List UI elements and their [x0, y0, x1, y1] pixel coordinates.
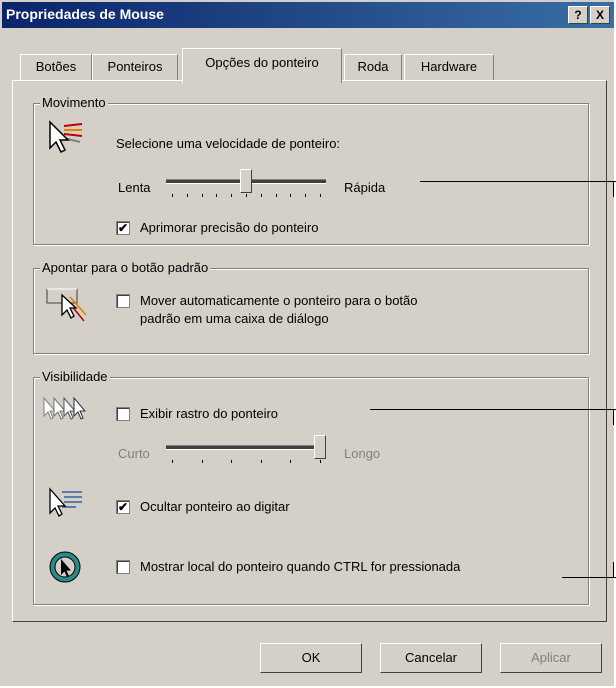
slider-tick: [216, 194, 217, 197]
trails-slider-thumb[interactable]: [314, 435, 326, 459]
show-location-icon: [48, 550, 82, 587]
slider-tick: [231, 194, 232, 197]
pointer-speed-icon: [46, 118, 86, 157]
callout-line-location: [562, 577, 616, 578]
snap-to-title: Apontar para o botão padrão: [40, 260, 211, 275]
trails-short-label: Curto: [118, 446, 150, 461]
enhance-precision-label: Aprimorar precisão do ponteiro: [140, 220, 319, 235]
callout-line-speed-v: [613, 181, 614, 197]
snap-to-label-line1: Mover automaticamente o ponteiro para o …: [140, 293, 418, 308]
trails-long-label: Longo: [344, 446, 381, 461]
slider-tick: [320, 460, 321, 463]
mouse-properties-dialog: Propriedades de Mouse ? X Botões Ponteir…: [0, 0, 614, 686]
pointer-trails-checkbox[interactable]: ✔: [116, 407, 130, 421]
slider-tick: [261, 194, 262, 197]
title-bar[interactable]: Propriedades de Mouse ? X: [2, 2, 614, 28]
speed-slider[interactable]: [166, 166, 326, 202]
callout-line-trails-v: [613, 409, 614, 425]
slider-tick: [305, 194, 306, 197]
slider-tick: [187, 194, 188, 197]
visibility-group: Visibilidade ✔ Exibir rastro do ponteiro…: [33, 369, 589, 605]
show-location-label: Mostrar local do ponteiro quando CTRL fo…: [140, 559, 461, 574]
tab-hardware[interactable]: Hardware: [404, 54, 494, 81]
slider-tick: [172, 460, 173, 463]
snap-to-label-line2: padrão em uma caixa de diálogo: [140, 311, 329, 326]
slider-tick: [320, 194, 321, 197]
trails-slider[interactable]: [166, 432, 326, 468]
trails-slider-track: [166, 445, 326, 450]
slider-tick: [290, 460, 291, 463]
slider-tick: [172, 194, 173, 197]
check-mark: ✔: [117, 221, 129, 235]
show-location-checkbox[interactable]: ✔: [116, 560, 130, 574]
tab-panel: Movimento Selecione uma velocidade de po…: [12, 80, 607, 622]
visibility-title: Visibilidade: [40, 369, 110, 384]
slider-tick: [290, 194, 291, 197]
pointer-trails-icon: [42, 394, 92, 431]
speed-prompt: Selecione uma velocidade de ponteiro:: [116, 136, 341, 151]
movimento-group: Movimento Selecione uma velocidade de po…: [33, 95, 589, 245]
slider-tick: [202, 194, 203, 197]
speed-slow-label: Lenta: [118, 180, 151, 195]
ok-button[interactable]: OK: [260, 643, 362, 673]
speed-fast-label: Rápida: [344, 180, 386, 195]
hide-pointer-icon: [46, 486, 86, 521]
cancel-button[interactable]: Cancelar: [380, 643, 482, 673]
slider-tick: [246, 194, 247, 197]
slider-tick: [261, 460, 262, 463]
help-button[interactable]: ?: [568, 6, 588, 24]
snap-to-button-icon: [46, 285, 88, 328]
tab-ponteiros[interactable]: Ponteiros: [92, 54, 178, 81]
tab-botoes[interactable]: Botões: [20, 54, 92, 81]
callout-line-speed: [420, 181, 616, 182]
apply-button[interactable]: Aplicar: [500, 643, 602, 673]
snap-to-group: Apontar para o botão padrão ✔ Mover auto…: [33, 260, 589, 354]
hide-pointer-label: Ocultar ponteiro ao digitar: [140, 499, 290, 514]
movimento-title: Movimento: [40, 95, 108, 110]
tab-roda[interactable]: Roda: [344, 54, 402, 81]
snap-to-checkbox[interactable]: ✔: [116, 294, 130, 308]
check-mark: ✔: [117, 500, 129, 514]
callout-line-trails: [370, 409, 616, 410]
close-button[interactable]: X: [590, 6, 610, 24]
slider-tick: [276, 194, 277, 197]
speed-slider-thumb[interactable]: [240, 169, 252, 193]
hide-pointer-checkbox[interactable]: ✔: [116, 500, 130, 514]
callout-line-location-v: [613, 562, 614, 577]
slider-tick: [202, 460, 203, 463]
tab-opcoes-do-ponteiro[interactable]: Opções do ponteiro: [182, 48, 342, 83]
slider-tick: [231, 460, 232, 463]
enhance-precision-checkbox[interactable]: ✔: [116, 221, 130, 235]
window-title: Propriedades de Mouse: [6, 6, 164, 22]
pointer-trails-label: Exibir rastro do ponteiro: [140, 406, 279, 421]
